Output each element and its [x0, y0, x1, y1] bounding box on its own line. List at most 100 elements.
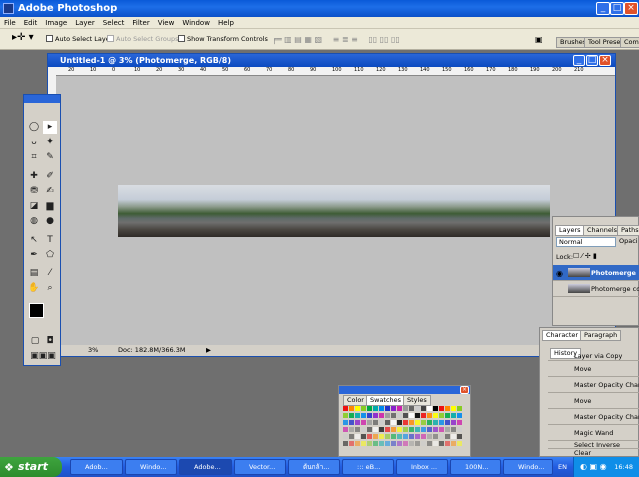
taskbar-item[interactable]: Windo...	[503, 459, 553, 475]
color-swatch[interactable]	[379, 406, 384, 411]
color-swatch[interactable]	[367, 441, 372, 446]
blur-tool-icon[interactable]: ◍	[27, 215, 41, 228]
tab-channels[interactable]: Channels	[583, 225, 622, 236]
tab-paths[interactable]: Paths	[617, 225, 639, 236]
taskbar-item[interactable]: Vector...	[234, 459, 286, 475]
color-swatch[interactable]	[349, 441, 354, 446]
color-swatch[interactable]	[385, 441, 390, 446]
color-swatch[interactable]	[427, 441, 432, 446]
color-swatch[interactable]	[349, 434, 354, 439]
zoom-level[interactable]: 3%	[88, 345, 98, 356]
history-item[interactable]: Select Inverse	[548, 441, 639, 449]
color-swatch[interactable]	[409, 413, 414, 418]
menu-file[interactable]: File	[0, 17, 20, 29]
eraser-tool-icon[interactable]: ◪	[27, 200, 41, 213]
color-swatch[interactable]	[409, 434, 414, 439]
history-item[interactable]: Move	[548, 393, 639, 409]
slice-tool-icon[interactable]: ✎	[43, 151, 57, 164]
tab-paragraph[interactable]: Paragraph	[580, 330, 622, 341]
color-swatch[interactable]	[361, 413, 366, 418]
history-item[interactable]: Magic Wand	[548, 425, 639, 441]
color-swatch[interactable]	[391, 413, 396, 418]
standard-mode-icon[interactable]: ▢	[28, 335, 42, 348]
auto-select-groups-checkbox[interactable]: Auto Select Groups	[107, 35, 178, 44]
taskbar-item[interactable]: Windo...	[125, 459, 177, 475]
pen-tool-icon[interactable]: ✒	[27, 249, 41, 262]
history-brush-icon[interactable]: ✍	[43, 185, 57, 198]
taskbar-item[interactable]: ต้นกล้า...	[288, 459, 340, 475]
zoom-tool-icon[interactable]: ⌕	[43, 282, 57, 295]
color-swatch[interactable]	[439, 441, 444, 446]
color-swatch[interactable]	[433, 413, 438, 418]
taskbar-item[interactable]: ::: eB...	[342, 459, 394, 475]
color-swatch[interactable]	[343, 420, 348, 425]
color-swatch[interactable]	[355, 413, 360, 418]
move-tool-icon[interactable]: ▸	[43, 121, 57, 134]
color-swatch[interactable]	[445, 413, 450, 418]
color-swatch[interactable]	[391, 420, 396, 425]
color-swatch[interactable]	[427, 406, 432, 411]
color-swatch[interactable]	[451, 420, 456, 425]
tab-swatches[interactable]: Swatches	[366, 395, 406, 406]
align-icons[interactable]: ╒═ ▥ ▤ ▦ ▧ ≡ ≣ ≡ ▯▯ ▯▯ ▯▯	[272, 35, 400, 44]
color-swatch[interactable]	[379, 427, 384, 432]
color-swatch[interactable]	[349, 420, 354, 425]
color-swatch[interactable]	[343, 427, 348, 432]
language-indicator[interactable]: EN	[558, 457, 567, 477]
color-swatch[interactable]	[361, 441, 366, 446]
color-swatch[interactable]	[391, 441, 396, 446]
color-swatch[interactable]	[343, 406, 348, 411]
doc-maximize-button[interactable]: □	[586, 55, 598, 66]
color-swatch[interactable]	[433, 420, 438, 425]
panorama-canvas[interactable]	[118, 185, 550, 237]
history-item[interactable]: Move	[548, 361, 639, 377]
color-swatch[interactable]	[427, 413, 432, 418]
tab-character[interactable]: Character	[542, 330, 583, 341]
color-swatch[interactable]	[427, 434, 432, 439]
color-swatch[interactable]	[433, 434, 438, 439]
color-swatch[interactable]	[445, 434, 450, 439]
color-swatch[interactable]	[349, 413, 354, 418]
color-swatch[interactable]	[403, 420, 408, 425]
color-swatch[interactable]	[343, 434, 348, 439]
color-swatch[interactable]	[421, 441, 426, 446]
color-swatch[interactable]	[379, 413, 384, 418]
color-swatch[interactable]	[421, 427, 426, 432]
color-swatch[interactable]	[367, 420, 372, 425]
color-swatch[interactable]	[367, 406, 372, 411]
color-swatch[interactable]	[451, 427, 456, 432]
color-swatch[interactable]	[439, 434, 444, 439]
color-swatch[interactable]	[457, 413, 462, 418]
eye-icon[interactable]: ◉	[556, 269, 563, 278]
menu-window[interactable]: Window	[178, 17, 214, 29]
auto-select-layer-checkbox[interactable]: Auto Select Layer	[46, 35, 112, 44]
color-swatch[interactable]	[391, 434, 396, 439]
color-swatch[interactable]	[385, 413, 390, 418]
color-swatch[interactable]	[421, 406, 426, 411]
color-swatch[interactable]	[379, 441, 384, 446]
color-swatch[interactable]	[391, 427, 396, 432]
color-swatch[interactable]	[343, 413, 348, 418]
color-swatch[interactable]	[439, 420, 444, 425]
color-swatch[interactable]	[367, 434, 372, 439]
color-swatch[interactable]	[457, 427, 462, 432]
color-swatch[interactable]	[433, 427, 438, 432]
minimize-button[interactable]: _	[596, 2, 610, 15]
color-swatch[interactable]	[361, 420, 366, 425]
color-swatch[interactable]	[355, 406, 360, 411]
color-swatch[interactable]	[355, 427, 360, 432]
tab-layers[interactable]: Layers	[555, 225, 585, 236]
magic-wand-icon[interactable]: ✦	[43, 136, 57, 149]
color-swatch[interactable]	[349, 406, 354, 411]
color-swatch[interactable]	[397, 413, 402, 418]
healing-brush-icon[interactable]: ✚	[27, 170, 41, 183]
color-swatch[interactable]	[433, 441, 438, 446]
color-swatch[interactable]	[415, 427, 420, 432]
path-select-icon[interactable]: ↖	[27, 234, 41, 247]
color-swatch[interactable]	[397, 434, 402, 439]
color-swatch[interactable]	[409, 427, 414, 432]
tab-styles[interactable]: Styles	[403, 395, 431, 406]
hand-tool-icon[interactable]: ✋	[27, 282, 41, 295]
doc-close-button[interactable]: ×	[599, 55, 611, 66]
menu-filter[interactable]: Filter	[128, 17, 153, 29]
